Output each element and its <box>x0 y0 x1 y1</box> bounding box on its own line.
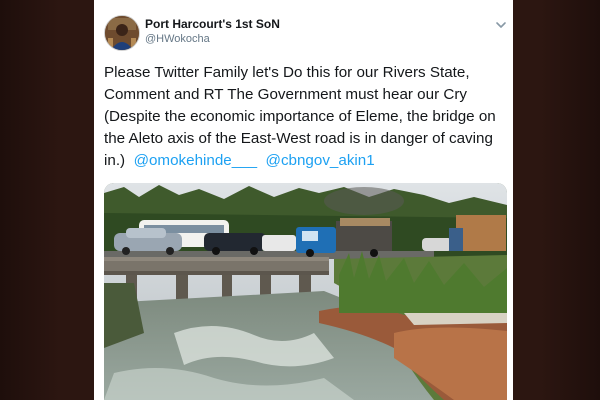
bridge-photo <box>104 183 507 400</box>
user-handle[interactable]: @HWokocha <box>145 33 210 45</box>
tweet-photo[interactable] <box>104 183 507 400</box>
tweet-card: Port Harcourt's 1st SoN @HWokocha Please… <box>94 0 513 400</box>
tweet-text: Please Twitter Family let's Do this for … <box>104 62 507 172</box>
avatar-icon <box>105 16 139 50</box>
mention-link[interactable]: @omokehinde___ <box>134 152 258 169</box>
mention-link[interactable]: @cbngov_akin1 <box>266 152 375 169</box>
display-name[interactable]: Port Harcourt's 1st SoN <box>145 17 280 31</box>
avatar[interactable] <box>104 15 140 51</box>
chevron-down-icon[interactable] <box>495 18 507 30</box>
